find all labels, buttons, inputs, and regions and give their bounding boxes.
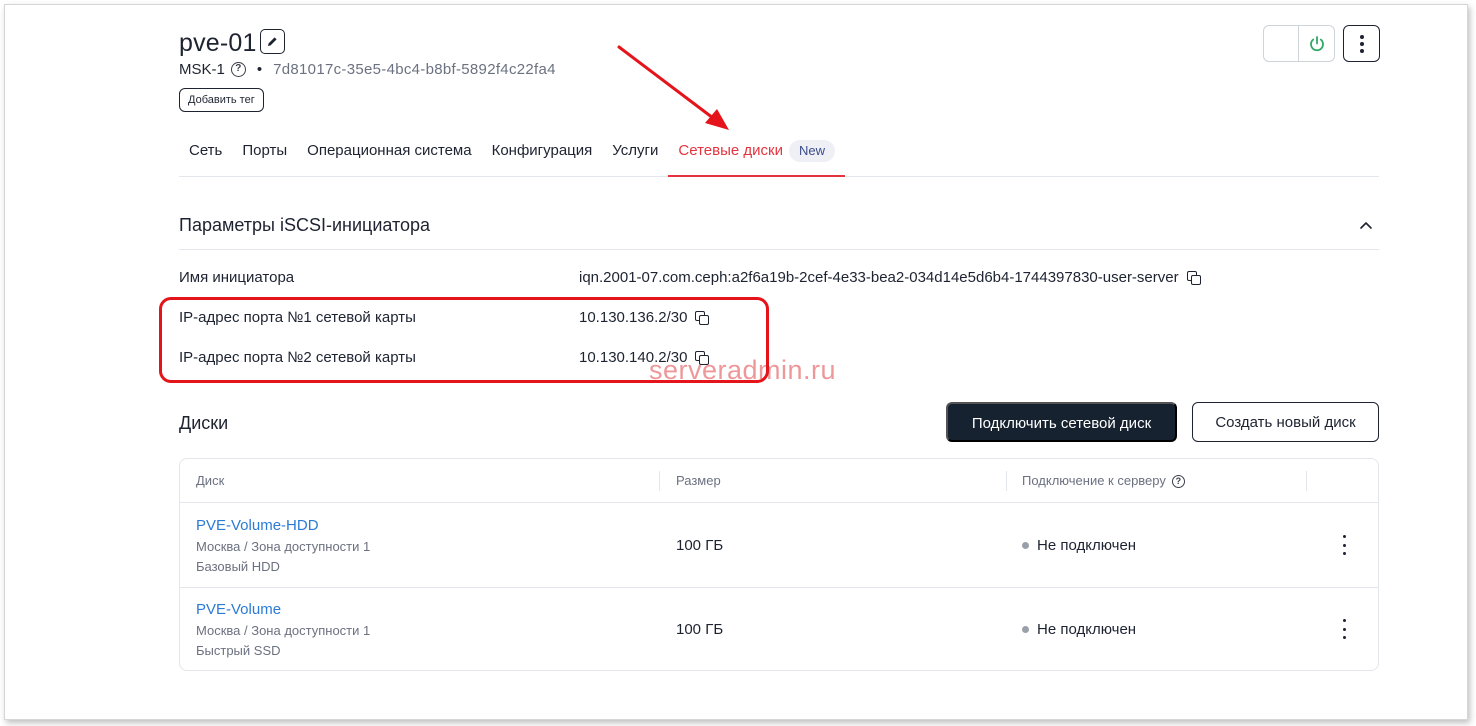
tab-network-disks-label: Сетевые диски xyxy=(678,142,783,159)
connection-status: Не подключен xyxy=(1022,621,1136,638)
pencil-icon xyxy=(268,37,277,46)
power-toggle-on[interactable] xyxy=(1299,26,1334,61)
chevron-up-icon[interactable] xyxy=(1357,217,1375,235)
help-icon[interactable]: ? xyxy=(230,62,246,77)
more-vertical-icon[interactable] xyxy=(1340,535,1348,555)
tab-ports[interactable]: Порты xyxy=(232,135,297,177)
tab-bar: Сеть Порты Операционная система Конфигур… xyxy=(179,135,1379,177)
disk-size: 100 ГБ xyxy=(676,621,724,638)
disk-name-link[interactable]: PVE-Volume-HDD xyxy=(196,517,319,534)
connection-status-text: Не подключен xyxy=(1037,621,1137,638)
add-tag-button[interactable]: Добавить тег xyxy=(179,88,264,112)
disk-type: Быстрый SSD xyxy=(196,643,281,658)
tab-configuration[interactable]: Конфигурация xyxy=(482,135,603,177)
edit-name-button[interactable] xyxy=(260,29,285,54)
app-frame: pve-01 MSK-1 ? • 7d81017c-35e5-4bc4-b8bf… xyxy=(4,4,1468,720)
tab-network[interactable]: Сеть xyxy=(179,135,232,177)
copy-icon[interactable] xyxy=(1186,271,1201,285)
table-row[interactable]: PVE-Volume Москва / Зона доступности 1 Б… xyxy=(180,587,1378,670)
disks-table: Диск Размер Подключение к серверу ? PVE-… xyxy=(179,458,1379,671)
column-divider xyxy=(1306,471,1307,491)
status-dot-icon xyxy=(1022,542,1029,549)
column-divider xyxy=(659,471,660,491)
connection-status: Не подключен xyxy=(1022,537,1136,554)
disk-location: Москва / Зона доступности 1 xyxy=(196,623,371,638)
initiator-name-text: iqn.2001-07.com.ceph:a2f6a19b-2cef-4e33-… xyxy=(579,269,1179,286)
tab-os[interactable]: Операционная система xyxy=(297,135,481,177)
power-toggle[interactable] xyxy=(1263,25,1335,62)
initiator-name-label: Имя инициатора xyxy=(179,269,295,286)
location-label: MSK-1 xyxy=(179,61,225,78)
disks-section-title: Диски xyxy=(179,413,229,433)
annotation-arrow xyxy=(617,45,729,130)
table-row[interactable]: PVE-Volume-HDD Москва / Зона доступности… xyxy=(180,503,1378,587)
create-new-disk-button[interactable]: Создать новый диск xyxy=(1192,402,1379,442)
disk-location: Москва / Зона доступности 1 xyxy=(196,539,371,554)
column-header-disk: Диск xyxy=(196,473,225,488)
more-vertical-icon[interactable] xyxy=(1340,619,1348,639)
disk-size: 100 ГБ xyxy=(676,537,724,554)
section-divider xyxy=(179,249,1379,250)
column-header-connection: Подключение к серверу ? xyxy=(1022,459,1185,503)
bullet-separator: • xyxy=(256,61,263,78)
more-vertical-icon[interactable] xyxy=(1343,25,1380,62)
column-header-size: Размер xyxy=(676,473,721,488)
power-icon xyxy=(1309,35,1324,51)
new-badge: New xyxy=(788,140,835,162)
disk-name-link[interactable]: PVE-Volume xyxy=(196,601,281,618)
disk-type: Базовый HDD xyxy=(196,559,280,574)
tab-network-disks[interactable]: Сетевые диски New xyxy=(668,135,845,177)
status-dot-icon xyxy=(1022,626,1029,633)
power-toggle-off[interactable] xyxy=(1264,26,1299,61)
column-header-connection-label: Подключение к серверу xyxy=(1022,473,1166,488)
iscsi-section-title: Параметры iSCSI-инициатора xyxy=(179,215,431,235)
server-uuid: 7d81017c-35e5-4bc4-b8bf-5892f4c22fa4 xyxy=(273,61,556,78)
column-divider xyxy=(1006,471,1007,491)
server-name: pve-01 xyxy=(179,29,257,57)
table-header: Диск Размер Подключение к серверу ? xyxy=(180,459,1378,503)
tab-services[interactable]: Услуги xyxy=(602,135,668,177)
help-icon[interactable]: ? xyxy=(1171,474,1185,488)
server-meta: MSK-1 ? • 7d81017c-35e5-4bc4-b8bf-5892f4… xyxy=(179,61,556,78)
watermark: serveradmin.ru xyxy=(649,355,837,385)
initiator-name-value: iqn.2001-07.com.ceph:a2f6a19b-2cef-4e33-… xyxy=(579,269,1201,286)
connect-network-disk-button[interactable]: Подключить сетевой диск xyxy=(946,402,1177,442)
connection-status-text: Не подключен xyxy=(1037,537,1137,554)
